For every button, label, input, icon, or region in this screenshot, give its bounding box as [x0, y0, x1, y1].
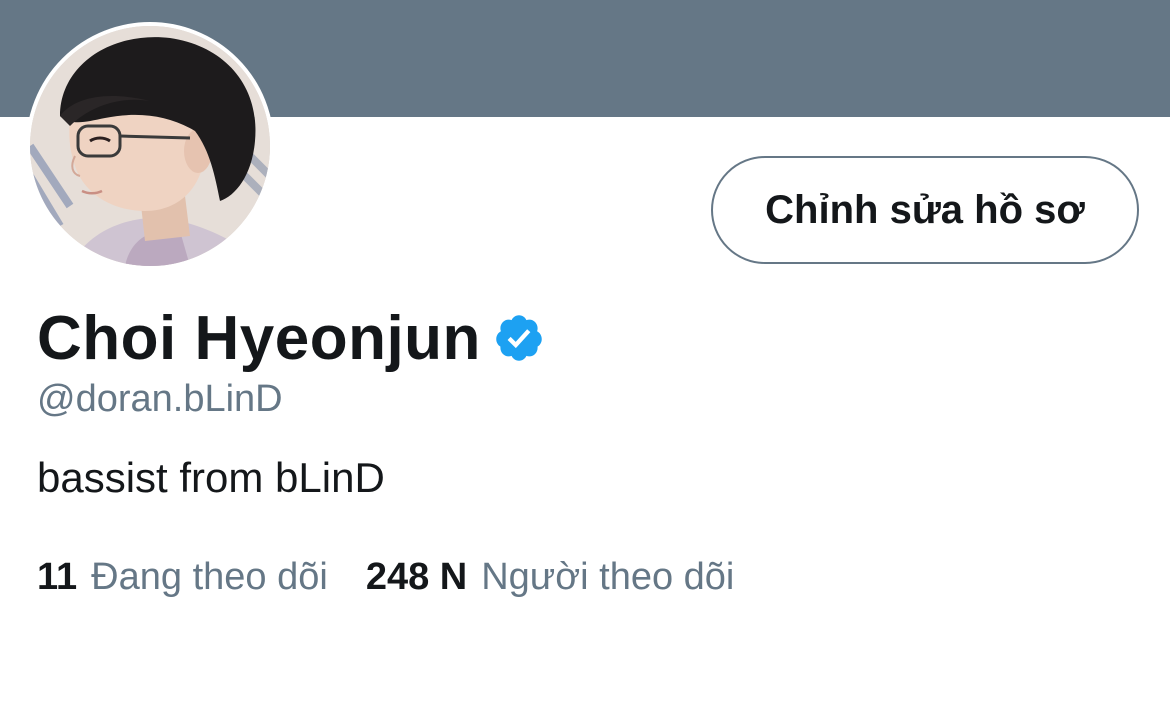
- profile-handle: @doran.bLinD: [37, 378, 283, 420]
- profile-bio: bassist from bLinD: [37, 454, 385, 501]
- verified-badge-icon: [493, 312, 545, 364]
- name-row: Choi Hyeonjun: [37, 300, 545, 376]
- following-count: 11: [37, 556, 78, 598]
- following-stat[interactable]: 11 Đang theo dõi: [37, 556, 328, 599]
- followers-count: 248 N: [365, 556, 468, 598]
- profile-stats: 11 Đang theo dõi 248 N Người theo dõi: [37, 556, 734, 599]
- avatar-photo: [30, 26, 270, 266]
- profile-page: Chỉnh sửa hồ sơ Choi Hyeonjun @doran.bLi…: [0, 0, 1170, 720]
- followers-stat[interactable]: 248 N Người theo dõi: [366, 556, 735, 599]
- followers-label: Người theo dõi: [481, 556, 735, 598]
- following-label: Đang theo dõi: [91, 556, 328, 598]
- edit-profile-button[interactable]: Chỉnh sửa hồ sơ: [711, 156, 1139, 264]
- avatar[interactable]: [26, 22, 274, 270]
- display-name: Choi Hyeonjun: [37, 303, 481, 373]
